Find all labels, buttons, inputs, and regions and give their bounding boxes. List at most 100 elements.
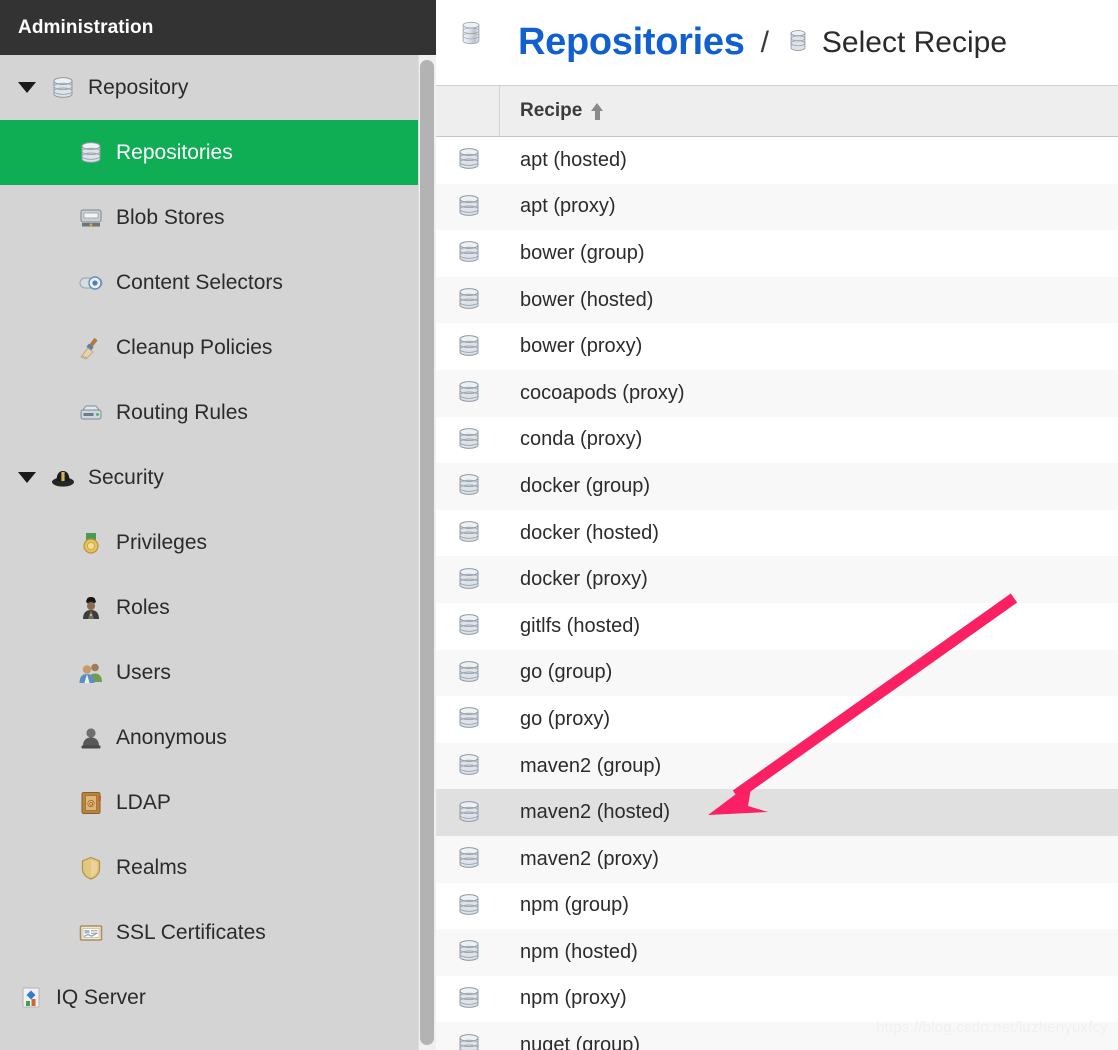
database-icon xyxy=(50,75,76,101)
table-row[interactable]: bower (proxy) xyxy=(436,323,1118,370)
sidebar-item-label: Roles xyxy=(116,595,170,619)
row-icon-cell xyxy=(436,239,500,267)
database-icon xyxy=(456,752,481,780)
row-recipe-label: go (proxy) xyxy=(520,707,611,730)
users-icon xyxy=(78,660,104,686)
column-header-recipe[interactable]: Recipe xyxy=(500,86,1118,136)
recipe-table-header: Recipe xyxy=(436,85,1118,137)
table-row[interactable]: npm (proxy) xyxy=(436,975,1118,1023)
database-icon xyxy=(456,985,481,1013)
sidebar-scrollbar-track[interactable] xyxy=(418,55,436,1050)
row-recipe-label: npm (proxy) xyxy=(520,987,627,1010)
sidebar-item-privileges[interactable]: Privileges xyxy=(0,510,418,575)
database-icon xyxy=(456,1032,481,1050)
table-row[interactable]: docker (proxy) xyxy=(436,556,1118,603)
breadcrumb-root[interactable]: Repositories xyxy=(518,21,745,64)
row-recipe-label: bower (hosted) xyxy=(520,288,654,311)
row-icon-cell xyxy=(436,892,500,920)
table-row[interactable]: cocoapods (proxy) xyxy=(436,369,1118,417)
address-book-icon: @ xyxy=(78,790,104,816)
watermark: https://blog.csdn.net/luzhenyuxfcy xyxy=(876,1019,1108,1036)
row-icon-cell xyxy=(436,286,500,314)
table-row[interactable]: npm (hosted) xyxy=(436,929,1118,976)
table-row[interactable]: bower (hosted) xyxy=(436,276,1118,324)
sidebar-group-repository[interactable]: Repository xyxy=(0,55,418,120)
table-row[interactable]: maven2 (group) xyxy=(436,742,1118,790)
database-icon xyxy=(456,472,481,500)
sidebar-item-iq-server[interactable]: IQ Server xyxy=(0,965,418,1030)
sidebar-item-content-selectors[interactable]: Content Selectors xyxy=(0,250,418,315)
sidebar-item-routing-rules[interactable]: Routing Rules xyxy=(0,380,418,445)
database-icon xyxy=(78,140,104,166)
sidebar-scrollbar-thumb[interactable] xyxy=(420,60,434,1045)
database-icon xyxy=(456,239,481,267)
row-icon-cell xyxy=(436,845,500,873)
sidebar-group-label: Security xyxy=(88,465,164,489)
database-icon xyxy=(456,333,481,361)
sidebar-item-users[interactable]: Users xyxy=(0,640,418,705)
sidebar-item-label: LDAP xyxy=(116,790,171,814)
row-icon-cell xyxy=(436,333,500,361)
sidebar-item-blob-stores[interactable]: Blob Stores xyxy=(0,185,418,250)
database-icon xyxy=(456,612,481,640)
row-icon-cell xyxy=(436,193,500,221)
table-row[interactable]: docker (hosted) xyxy=(436,509,1118,557)
sidebar-item-roles[interactable]: Roles xyxy=(0,575,418,640)
row-recipe-label: cocoapods (proxy) xyxy=(520,381,685,404)
row-recipe-label: docker (hosted) xyxy=(520,521,659,544)
table-row[interactable]: apt (hosted) xyxy=(436,137,1118,184)
table-row[interactable]: maven2 (hosted) xyxy=(436,789,1118,836)
row-icon-cell xyxy=(436,752,500,780)
anonymous-bust-icon xyxy=(78,725,104,751)
sidebar-item-label: Realms xyxy=(116,855,188,879)
row-icon-cell xyxy=(436,612,500,640)
sidebar-header: Administration xyxy=(0,0,436,55)
row-recipe-label: maven2 (group) xyxy=(520,754,662,777)
sidebar-item-label: Privileges xyxy=(116,530,208,554)
table-row[interactable]: go (proxy) xyxy=(436,696,1118,743)
row-icon-cell xyxy=(436,985,500,1013)
database-icon xyxy=(456,146,481,174)
database-icon xyxy=(456,799,481,827)
row-icon-cell xyxy=(436,799,500,827)
sidebar-item-cleanup-policies[interactable]: Cleanup Policies xyxy=(0,315,418,380)
table-row[interactable]: gitlfs (hosted) xyxy=(436,602,1118,650)
row-recipe-label: docker (group) xyxy=(520,474,651,497)
up-arrow-icon xyxy=(591,102,604,120)
table-row[interactable]: conda (proxy) xyxy=(436,416,1118,464)
sidebar: Administration Repository Repositories Blo… xyxy=(0,0,436,1050)
database-icon xyxy=(456,519,481,547)
database-icon xyxy=(456,426,481,454)
table-row[interactable]: maven2 (proxy) xyxy=(436,835,1118,883)
database-icon xyxy=(456,193,481,221)
database-icon xyxy=(456,705,481,733)
sidebar-item-realms[interactable]: Realms xyxy=(0,835,418,900)
sidebar-item-anonymous[interactable]: Anonymous xyxy=(0,705,418,770)
blob-store-icon xyxy=(78,205,104,231)
row-recipe-label: docker (proxy) xyxy=(520,568,648,591)
table-row[interactable]: npm (group) xyxy=(436,882,1118,930)
database-icon xyxy=(456,286,481,314)
table-row[interactable]: go (group) xyxy=(436,649,1118,697)
sidebar-header-title: Administration xyxy=(18,16,154,38)
sidebar-item-label: SSL Certificates xyxy=(116,920,266,944)
sidebar-item-ssl-certificates[interactable]: SSL Certificates xyxy=(0,900,418,965)
row-recipe-label: apt (hosted) xyxy=(520,148,627,171)
table-row[interactable]: apt (proxy) xyxy=(436,183,1118,231)
sidebar-item-repositories[interactable]: Repositories xyxy=(0,120,418,185)
database-icon xyxy=(456,892,481,920)
shield-icon xyxy=(78,855,104,881)
table-row[interactable]: docker (group) xyxy=(436,463,1118,510)
sidebar-item-label: Anonymous xyxy=(116,725,227,749)
sidebar-group-security[interactable]: Security xyxy=(0,445,418,510)
sidebar-item-ldap[interactable]: @ LDAP xyxy=(0,770,418,835)
svg-text:@: @ xyxy=(87,798,95,807)
sidebar-nav: Repository Repositories Blob Stores Content… xyxy=(0,55,436,1050)
broom-icon xyxy=(78,335,104,361)
row-icon-cell xyxy=(436,566,500,594)
sidebar-item-label: Blob Stores xyxy=(116,205,225,229)
chevron-down-icon[interactable] xyxy=(18,82,36,93)
row-icon-cell xyxy=(436,426,500,454)
chevron-down-icon[interactable] xyxy=(18,472,36,483)
table-row[interactable]: bower (group) xyxy=(436,230,1118,277)
